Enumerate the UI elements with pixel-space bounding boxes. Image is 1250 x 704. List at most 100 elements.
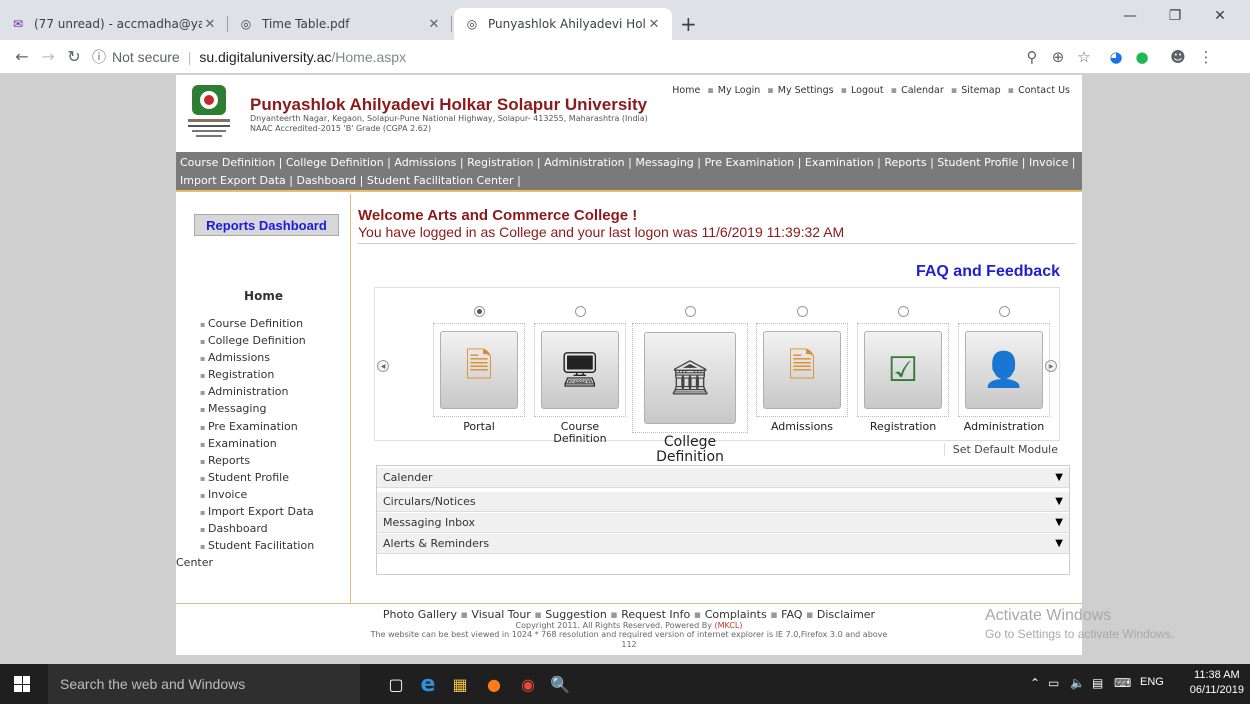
- footer-link-faq[interactable]: FAQ: [781, 608, 802, 621]
- zoom-icon[interactable]: ⊕: [1048, 48, 1068, 66]
- tab-university[interactable]: ◎ Punyashlok Ahilyadevi Holkar Sol ✕: [454, 8, 672, 40]
- link-sitemap[interactable]: Sitemap: [961, 85, 1000, 96]
- footer-link-visual-tour[interactable]: Visual Tour: [471, 608, 530, 621]
- sidebar-item-course-definition[interactable]: Course Definition: [200, 316, 350, 333]
- link-home[interactable]: Home: [672, 85, 700, 96]
- window-close-icon[interactable]: ✕: [1200, 8, 1240, 24]
- module-label: Portal: [463, 420, 495, 433]
- reports-dashboard-button[interactable]: Reports Dashboard: [194, 214, 339, 236]
- task-view-icon[interactable]: ▢: [384, 672, 408, 696]
- dropdown-arrow-icon[interactable]: ▼: [1055, 517, 1063, 528]
- dropdown-arrow-icon[interactable]: ▼: [1055, 538, 1063, 549]
- reload-icon[interactable]: ↻: [64, 47, 84, 66]
- module-radio[interactable]: [998, 306, 1010, 317]
- panel-messaging-inbox[interactable]: Messaging Inbox ▼: [377, 513, 1069, 533]
- set-default-module-link[interactable]: Set Default Module: [943, 443, 1058, 456]
- university-logo: [188, 85, 230, 137]
- system-clock[interactable]: 11:38 AM 06/11/2019: [1190, 668, 1244, 698]
- close-icon[interactable]: ✕: [426, 17, 442, 32]
- menu-line-2[interactable]: Import Export Data | Dashboard | Student…: [180, 172, 1078, 190]
- dropdown-arrow-icon[interactable]: ▼: [1055, 496, 1063, 507]
- firefox-icon[interactable]: ●: [482, 672, 506, 696]
- sidebar-item-center[interactable]: Center: [176, 555, 350, 572]
- url-field[interactable]: ⓘ Not secure | su.digitaluniversity.ac/H…: [92, 46, 1122, 68]
- link-logout[interactable]: Logout: [851, 85, 884, 96]
- module-course-definition[interactable]: 🖥 Course Definition: [530, 306, 630, 445]
- chrome-icon[interactable]: ◉: [516, 672, 540, 696]
- panel-alerts[interactable]: Alerts & Reminders ▼: [377, 534, 1069, 554]
- extension-green-icon[interactable]: ●: [1132, 48, 1152, 66]
- sidebar-item-examination[interactable]: Examination: [200, 436, 350, 453]
- forward-icon[interactable]: →: [38, 47, 58, 66]
- edge-browser-icon[interactable]: e: [416, 672, 440, 697]
- tab-mail[interactable]: ✉ (77 unread) - accmadha@yahoo. ✕: [0, 8, 228, 40]
- module-college-definition[interactable]: 🏛 College Definition: [629, 306, 751, 465]
- new-tab-icon[interactable]: +: [680, 12, 697, 36]
- mail-icon: ✉: [12, 17, 24, 31]
- footer-link-suggestion[interactable]: Suggestion: [545, 608, 607, 621]
- best-view-note: The website can be best viewed in 1024 *…: [370, 630, 888, 639]
- language-indicator[interactable]: ENG: [1140, 676, 1164, 688]
- sidebar-item-invoice[interactable]: Invoice: [200, 487, 350, 504]
- windows-start-icon[interactable]: [14, 676, 30, 692]
- profile-icon[interactable]: ☻: [1168, 48, 1188, 66]
- sidebar-item-student-facilitation[interactable]: Student Facilitation: [200, 538, 350, 555]
- module-registration[interactable]: ☑ Registration: [853, 306, 953, 433]
- separator: ▪: [770, 608, 782, 621]
- sidebar-item-admissions[interactable]: Admissions: [200, 350, 350, 367]
- module-radio[interactable]: [796, 306, 808, 317]
- sidebar-item-student-profile[interactable]: Student Profile: [200, 470, 350, 487]
- faq-feedback-link[interactable]: FAQ and Feedback: [916, 263, 1060, 281]
- sidebar-item-dashboard[interactable]: Dashboard: [200, 521, 350, 538]
- key-icon[interactable]: ⚲: [1022, 48, 1042, 66]
- close-icon[interactable]: ✕: [646, 17, 662, 32]
- bookmark-star-icon[interactable]: ☆: [1074, 48, 1094, 66]
- dropdown-arrow-icon[interactable]: ▼: [1055, 472, 1063, 483]
- sidebar-item-reports[interactable]: Reports: [200, 453, 350, 470]
- activate-windows-subtitle: Go to Settings to activate Windows.: [985, 627, 1175, 641]
- tab-timetable[interactable]: ◎ Time Table.pdf ✕: [228, 8, 452, 40]
- module-radio[interactable]: [574, 306, 586, 317]
- sidebar-item-pre-examination[interactable]: Pre Examination: [200, 419, 350, 436]
- link-my-login[interactable]: My Login: [718, 85, 760, 96]
- module-radio[interactable]: [897, 306, 909, 317]
- magnifier-icon[interactable]: 🔍: [548, 672, 572, 696]
- footer-link-photo-gallery[interactable]: Photo Gallery: [383, 608, 457, 621]
- carousel-prev-icon[interactable]: ◀: [377, 360, 389, 372]
- tray-chevron-icon[interactable]: ⌃: [1030, 676, 1040, 690]
- keyboard-icon[interactable]: ⌨: [1114, 676, 1131, 690]
- info-icon[interactable]: ⓘ: [92, 47, 106, 67]
- url-path: /Home.aspx: [331, 49, 407, 65]
- sidebar-item-administration[interactable]: Administration: [200, 384, 350, 401]
- sidebar-item-registration[interactable]: Registration: [200, 367, 350, 384]
- extension-edge-icon[interactable]: ◕: [1106, 48, 1126, 66]
- module-radio[interactable]: [684, 306, 696, 317]
- footer-link-request-info[interactable]: Request Info: [621, 608, 690, 621]
- sidebar-item-college-definition[interactable]: College Definition: [200, 333, 350, 350]
- restore-icon[interactable]: ❐: [1155, 8, 1195, 24]
- module-radio[interactable]: [473, 306, 485, 317]
- module-admissions[interactable]: 🗎 Admissions: [752, 306, 852, 433]
- close-icon[interactable]: ✕: [202, 17, 218, 32]
- sidebar-item-import-export-data[interactable]: Import Export Data: [200, 504, 350, 521]
- volume-muted-icon[interactable]: 🔈: [1070, 676, 1085, 690]
- file-explorer-icon[interactable]: ▦: [448, 672, 472, 696]
- sidebar-item-messaging[interactable]: Messaging: [200, 401, 350, 418]
- network-icon[interactable]: ▭: [1048, 676, 1059, 690]
- minimize-icon[interactable]: —: [1110, 8, 1150, 24]
- panel-circulars[interactable]: Circulars/Notices ▼: [377, 492, 1069, 512]
- link-contact-us[interactable]: Contact Us: [1018, 85, 1070, 96]
- link-my-settings[interactable]: My Settings: [778, 85, 834, 96]
- panel-calender[interactable]: Calender ▼: [377, 468, 1069, 488]
- menu-line-1[interactable]: Course Definition | College Definition |…: [180, 154, 1078, 172]
- back-icon[interactable]: ←: [12, 47, 32, 66]
- footer-link-disclaimer[interactable]: Disclaimer: [817, 608, 875, 621]
- footer-link-complaints[interactable]: Complaints: [705, 608, 767, 621]
- link-calendar[interactable]: Calendar: [901, 85, 944, 96]
- notification-icon[interactable]: ▤: [1092, 676, 1103, 690]
- menu-kebab-icon[interactable]: ⋮: [1196, 48, 1216, 66]
- mkcl-link[interactable]: (MKCL): [714, 621, 742, 630]
- module-portal[interactable]: 🗎 Portal: [429, 306, 529, 433]
- taskbar-search-input[interactable]: Search the web and Windows: [48, 664, 360, 704]
- module-administration[interactable]: 👤 Administration: [954, 306, 1054, 433]
